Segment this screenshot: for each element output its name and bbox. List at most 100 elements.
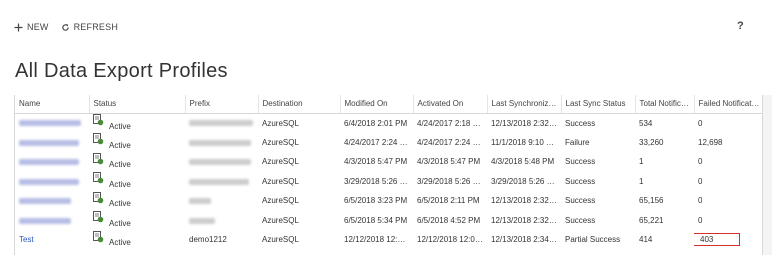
active-status-icon xyxy=(93,230,104,243)
last-sync-cell: 11/1/2018 9:10 PM xyxy=(491,137,559,147)
vertical-scrollbar[interactable] xyxy=(763,95,772,255)
table-row[interactable]: Active AzureSQL 3/29/2018 5:26 PM 3/29/2018… xyxy=(15,172,762,192)
status-cell: Active xyxy=(89,113,185,133)
column-header-modified-on[interactable]: Modified On xyxy=(340,95,414,114)
failed-notifications-cell: 0 xyxy=(694,113,762,133)
prefix-cell xyxy=(185,113,258,133)
prefix-value-redacted xyxy=(189,178,249,185)
destination-cell: AzureSQL xyxy=(262,157,299,167)
destination-cell: AzureSQL xyxy=(262,215,299,225)
modified-on-cell: 6/4/2018 2:01 PM xyxy=(344,118,408,128)
destination-cell: AzureSQL xyxy=(262,235,299,245)
column-header-failed-notifications[interactable]: Failed Notificati... xyxy=(694,95,762,114)
prefix-cell: demo1212 xyxy=(185,230,258,250)
prefix-cell xyxy=(185,133,258,153)
modified-on-cell: 4/3/2018 5:47 PM xyxy=(344,157,408,167)
column-header-name[interactable]: Name xyxy=(15,95,90,114)
column-header-prefix[interactable]: Prefix xyxy=(185,95,259,114)
status-text: Active xyxy=(109,121,131,131)
failed-notifications-value: 403 xyxy=(700,235,714,245)
table-row[interactable]: Test Active demo1212 AzureSQL 12/12/2018 12:… xyxy=(15,230,762,250)
name-cell xyxy=(15,191,89,211)
table-header-row: Name Status Prefix Destination Modified … xyxy=(15,95,762,114)
failed-notifications-cell: 0 xyxy=(694,172,762,192)
profile-name-link-redacted[interactable] xyxy=(19,139,79,146)
column-header-status[interactable]: Status xyxy=(89,95,186,114)
last-sync-cell: 12/13/2018 2:32 ... xyxy=(491,215,558,225)
name-cell xyxy=(15,172,89,192)
profile-name-link-redacted[interactable] xyxy=(19,217,71,224)
last-sync-status-cell: Partial Success xyxy=(565,235,621,245)
activated-on-cell: 12/12/2018 12:02... xyxy=(417,235,486,245)
modified-on-cell: 3/29/2018 5:26 PM xyxy=(344,176,412,186)
failed-notifications-value: 0 xyxy=(698,176,703,186)
table-row[interactable]: Active AzureSQL 6/4/2018 2:01 PM 4/24/2017 … xyxy=(15,113,762,133)
column-header-last-sync-status[interactable]: Last Sync Status xyxy=(561,95,636,114)
status-cell: Active xyxy=(89,191,185,211)
profile-name-link-redacted[interactable] xyxy=(19,178,79,185)
last-sync-status-cell: Success xyxy=(565,196,596,206)
modified-on-cell: 6/5/2018 5:34 PM xyxy=(344,215,408,225)
total-notifications-cell: 65,156 xyxy=(639,196,664,206)
command-bar: NEW REFRESH xyxy=(14,19,130,35)
failed-notifications-cell: 0 xyxy=(694,191,762,211)
total-notifications-cell: 65,221 xyxy=(639,215,664,225)
total-notifications-cell: 1 xyxy=(639,176,644,186)
prefix-value: demo1212 xyxy=(189,235,227,245)
last-sync-status-cell: Success xyxy=(565,118,596,128)
name-cell xyxy=(15,211,89,231)
last-sync-cell: 12/13/2018 2:34 ... xyxy=(491,235,558,245)
column-header-total-notifications[interactable]: Total Notificat... xyxy=(635,95,695,114)
status-cell: Active xyxy=(89,133,185,153)
help-icon[interactable]: ? xyxy=(737,20,744,32)
refresh-button-label: REFRESH xyxy=(73,22,119,32)
activated-on-cell: 4/3/2018 5:47 PM xyxy=(417,157,481,167)
table-row[interactable]: Active AzureSQL 6/5/2018 5:34 PM 6/5/2018 4… xyxy=(15,211,762,231)
activated-on-cell: 6/5/2018 2:11 PM xyxy=(417,196,480,206)
prefix-cell xyxy=(185,191,258,211)
status-text: Active xyxy=(109,140,131,150)
last-sync-status-cell: Failure xyxy=(565,137,590,147)
profile-name-link-redacted[interactable] xyxy=(19,198,71,205)
prefix-value-redacted xyxy=(189,217,215,224)
activated-on-cell: 6/5/2018 4:52 PM xyxy=(417,215,481,225)
prefix-cell xyxy=(185,152,258,172)
prefix-cell xyxy=(185,211,258,231)
last-sync-cell: 3/29/2018 5:26 PM xyxy=(491,176,559,186)
table-row[interactable]: Active AzureSQL 4/3/2018 5:47 PM 4/3/2018 5… xyxy=(15,152,762,172)
column-header-last-synchronized[interactable]: Last Synchronize... xyxy=(487,95,562,114)
name-cell xyxy=(15,113,89,133)
active-status-icon xyxy=(93,152,104,165)
prefix-value-redacted xyxy=(189,139,251,146)
status-cell: Active xyxy=(89,211,185,231)
column-header-activated-on[interactable]: Activated On xyxy=(413,95,488,114)
failed-notifications-value: 12,698 xyxy=(698,137,723,147)
plus-icon xyxy=(14,23,23,31)
status-cell: Active xyxy=(89,230,185,250)
status-text: Active xyxy=(109,160,131,170)
column-header-destination[interactable]: Destination xyxy=(258,95,341,114)
active-status-icon xyxy=(93,172,104,184)
profiles-table: Name Status Prefix Destination Modified … xyxy=(15,95,762,250)
active-status-icon xyxy=(93,133,104,145)
destination-cell: AzureSQL xyxy=(262,137,299,147)
failed-notifications-cell: 0 xyxy=(694,152,762,172)
table-row[interactable]: Active AzureSQL 4/24/2017 2:24 PM 4/24/2017… xyxy=(15,133,762,153)
profile-name-link-redacted[interactable] xyxy=(19,159,79,166)
prefix-value-redacted xyxy=(189,159,251,166)
profile-name-link[interactable]: Test xyxy=(19,235,34,244)
new-button[interactable]: NEW xyxy=(14,22,49,32)
refresh-button[interactable]: REFRESH xyxy=(61,22,118,32)
table-row[interactable]: Active AzureSQL 6/5/2018 3:23 PM 6/5/2018 2… xyxy=(15,191,762,211)
name-cell xyxy=(15,133,89,153)
total-notifications-cell: 1 xyxy=(639,157,644,167)
status-cell: Active xyxy=(89,152,185,172)
active-status-icon xyxy=(93,114,104,126)
activated-on-cell: 4/24/2017 2:24 PM xyxy=(417,137,485,147)
total-notifications-cell: 414 xyxy=(639,235,653,245)
last-sync-cell: 4/3/2018 5:48 PM xyxy=(491,157,555,167)
last-sync-cell: 12/13/2018 2:32 ... xyxy=(491,196,558,206)
total-notifications-cell: 534 xyxy=(639,118,653,128)
modified-on-cell: 6/5/2018 3:23 PM xyxy=(344,196,408,206)
profile-name-link-redacted[interactable] xyxy=(19,120,81,127)
